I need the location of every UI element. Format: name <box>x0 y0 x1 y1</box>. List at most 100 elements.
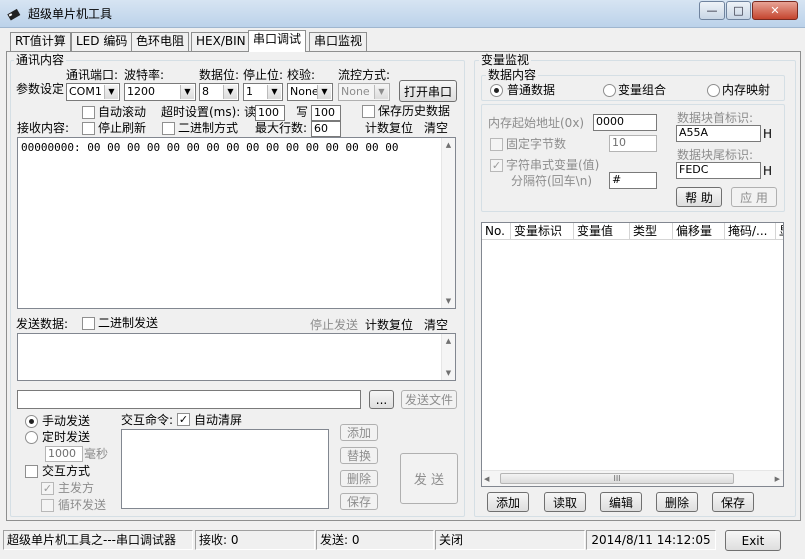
tab-led-encode[interactable]: LED 编码 <box>71 32 133 51</box>
head-input[interactable]: A55A <box>676 125 761 142</box>
var-add-button[interactable]: 添加 <box>487 492 529 512</box>
dropdown-icon[interactable]: ▼ <box>374 85 388 99</box>
close-button[interactable]: ✕ <box>752 1 798 20</box>
var-delete-button[interactable]: 删除 <box>656 492 698 512</box>
dropdown-icon[interactable]: ▼ <box>267 85 281 99</box>
tab-serial-monitor[interactable]: 串口监视 <box>309 32 368 51</box>
cmd-replace-button[interactable]: 替换 <box>340 447 378 464</box>
tab-hex-bin[interactable]: HEX/BIN <box>191 32 251 51</box>
separator-input[interactable]: # <box>609 172 657 189</box>
databits-select[interactable]: 8 ▼ <box>199 83 239 101</box>
max-lines-label: 最大行数: <box>255 121 308 135</box>
send-file-button[interactable]: 发送文件 <box>401 390 457 409</box>
send-button[interactable]: 发 送 <box>400 453 458 504</box>
loop-send-checkbox[interactable] <box>41 499 54 512</box>
binary-mode-checkbox[interactable] <box>162 122 175 135</box>
scroll-up-icon[interactable]: ▲ <box>442 138 455 152</box>
send-scrollbar[interactable]: ▲ ▼ <box>441 334 455 380</box>
timed-send-radio[interactable] <box>25 431 38 444</box>
baud-select[interactable]: 1200 ▼ <box>124 83 196 101</box>
manual-send-radio[interactable] <box>25 415 38 428</box>
stop-refresh-checkbox[interactable] <box>82 122 95 135</box>
help-button[interactable]: 帮 助 <box>676 187 722 207</box>
send-clear-link[interactable]: 清空 <box>424 318 448 332</box>
fixed-bytes-checkbox[interactable] <box>490 138 503 151</box>
interactive-cmd-textarea[interactable] <box>121 429 329 509</box>
scroll-down-icon[interactable]: ▼ <box>442 294 455 308</box>
dropdown-icon[interactable]: ▼ <box>180 85 194 99</box>
cmd-delete-button[interactable]: 删除 <box>340 470 378 487</box>
receive-clear-link[interactable]: 清空 <box>424 121 448 135</box>
var-edit-button[interactable]: 编辑 <box>600 492 642 512</box>
column-type[interactable]: 类型 <box>630 223 673 240</box>
max-lines-input[interactable]: 60 <box>311 121 341 137</box>
stopbits-select[interactable]: 1 ▼ <box>243 83 283 101</box>
minimize-button[interactable]: — <box>699 1 725 20</box>
hscroll-thumb[interactable]: III <box>500 473 734 484</box>
exit-button[interactable]: Exit <box>725 530 781 551</box>
dropdown-icon[interactable]: ▼ <box>223 85 237 99</box>
string-var-label: 字符串式变量(值) <box>506 158 600 172</box>
mode-combo-radio[interactable] <box>603 84 616 97</box>
interval-input[interactable]: 1000 <box>45 446 83 462</box>
file-path-input[interactable] <box>17 390 361 409</box>
mode-normal-radio[interactable] <box>490 84 503 97</box>
tail-input[interactable]: FEDC <box>676 162 761 179</box>
receive-count-reset-link[interactable]: 计数复位 <box>365 121 413 135</box>
save-history-checkbox[interactable] <box>362 105 375 118</box>
parity-select[interactable]: None ▼ <box>287 83 333 101</box>
apply-button[interactable]: 应 用 <box>731 187 777 207</box>
maximize-button[interactable]: □ <box>726 1 751 20</box>
loop-send-label: 循环发送 <box>58 498 107 512</box>
column-display[interactable]: 显 <box>776 223 783 240</box>
variable-table[interactable]: No. 变量标识 变量值 类型 偏移量 掩码/... 显 ◀ III ▶ <box>481 222 784 487</box>
scroll-down-icon[interactable]: ▼ <box>442 366 455 380</box>
master-send-checkbox[interactable]: ✓ <box>41 482 54 495</box>
tab-color-resistor[interactable]: 色环电阻 <box>131 32 190 51</box>
receive-textarea[interactable]: 00000000: 00 00 00 00 00 00 00 00 00 00 … <box>17 137 456 309</box>
column-no[interactable]: No. <box>482 223 511 240</box>
port-select[interactable]: COM1 ▼ <box>66 83 120 101</box>
stop-send-link[interactable]: 停止发送 <box>310 318 358 332</box>
tab-rt-calc[interactable]: RT值计算 <box>10 32 71 51</box>
mode-memmap-radio[interactable] <box>707 84 720 97</box>
scroll-right-icon[interactable]: ▶ <box>775 472 780 486</box>
column-mask[interactable]: 掩码/... <box>725 223 776 240</box>
scroll-up-icon[interactable]: ▲ <box>442 334 455 348</box>
monitor-group-title: 变量监视 <box>479 53 532 67</box>
timeout-write-label: 写 <box>296 105 309 119</box>
title-bar[interactable] <box>0 0 805 28</box>
params-label: 参数设定 <box>16 82 65 96</box>
binary-send-checkbox[interactable] <box>82 317 95 330</box>
auto-scroll-checkbox[interactable] <box>82 106 95 119</box>
head-suffix: H <box>763 127 773 141</box>
timeout-write-input[interactable]: 100 <box>311 105 341 121</box>
send-count-reset-link[interactable]: 计数复位 <box>365 318 413 332</box>
var-save-button[interactable]: 保存 <box>712 492 754 512</box>
fixed-bytes-input[interactable]: 10 <box>609 135 657 152</box>
table-hscrollbar[interactable]: ◀ III ▶ <box>482 470 783 486</box>
column-offset[interactable]: 偏移量 <box>673 223 725 240</box>
interactive-mode-label: 交互方式 <box>42 464 91 478</box>
cmd-save-button[interactable]: 保存 <box>340 493 378 510</box>
timeout-read-input[interactable]: 100 <box>255 105 285 121</box>
cmd-add-button[interactable]: 添加 <box>340 424 378 441</box>
scroll-left-icon[interactable]: ◀ <box>484 472 489 486</box>
dropdown-icon[interactable]: ▼ <box>317 85 331 99</box>
interactive-mode-checkbox[interactable] <box>25 465 38 478</box>
tab-serial-debug[interactable]: 串口调试 <box>248 30 307 52</box>
mem-start-input[interactable]: 0000 <box>593 114 657 131</box>
flow-select[interactable]: None ▼ <box>338 83 390 101</box>
var-read-button[interactable]: 读取 <box>544 492 586 512</box>
separator-label: 分隔符(回车\n) <box>511 174 593 188</box>
send-textarea[interactable]: ▲ ▼ <box>17 333 456 381</box>
browse-button[interactable]: ... <box>369 390 394 409</box>
open-port-button[interactable]: 打开串口 <box>399 80 457 102</box>
column-var-id[interactable]: 变量标识 <box>511 223 574 240</box>
auto-clear-checkbox[interactable]: ✓ <box>177 413 190 426</box>
dropdown-icon[interactable]: ▼ <box>104 85 118 99</box>
timeout-label: 超时设置(ms): 读 <box>161 105 257 119</box>
column-var-value[interactable]: 变量值 <box>574 223 630 240</box>
string-var-checkbox[interactable]: ✓ <box>490 159 503 172</box>
receive-scrollbar[interactable]: ▲ ▼ <box>441 138 455 308</box>
